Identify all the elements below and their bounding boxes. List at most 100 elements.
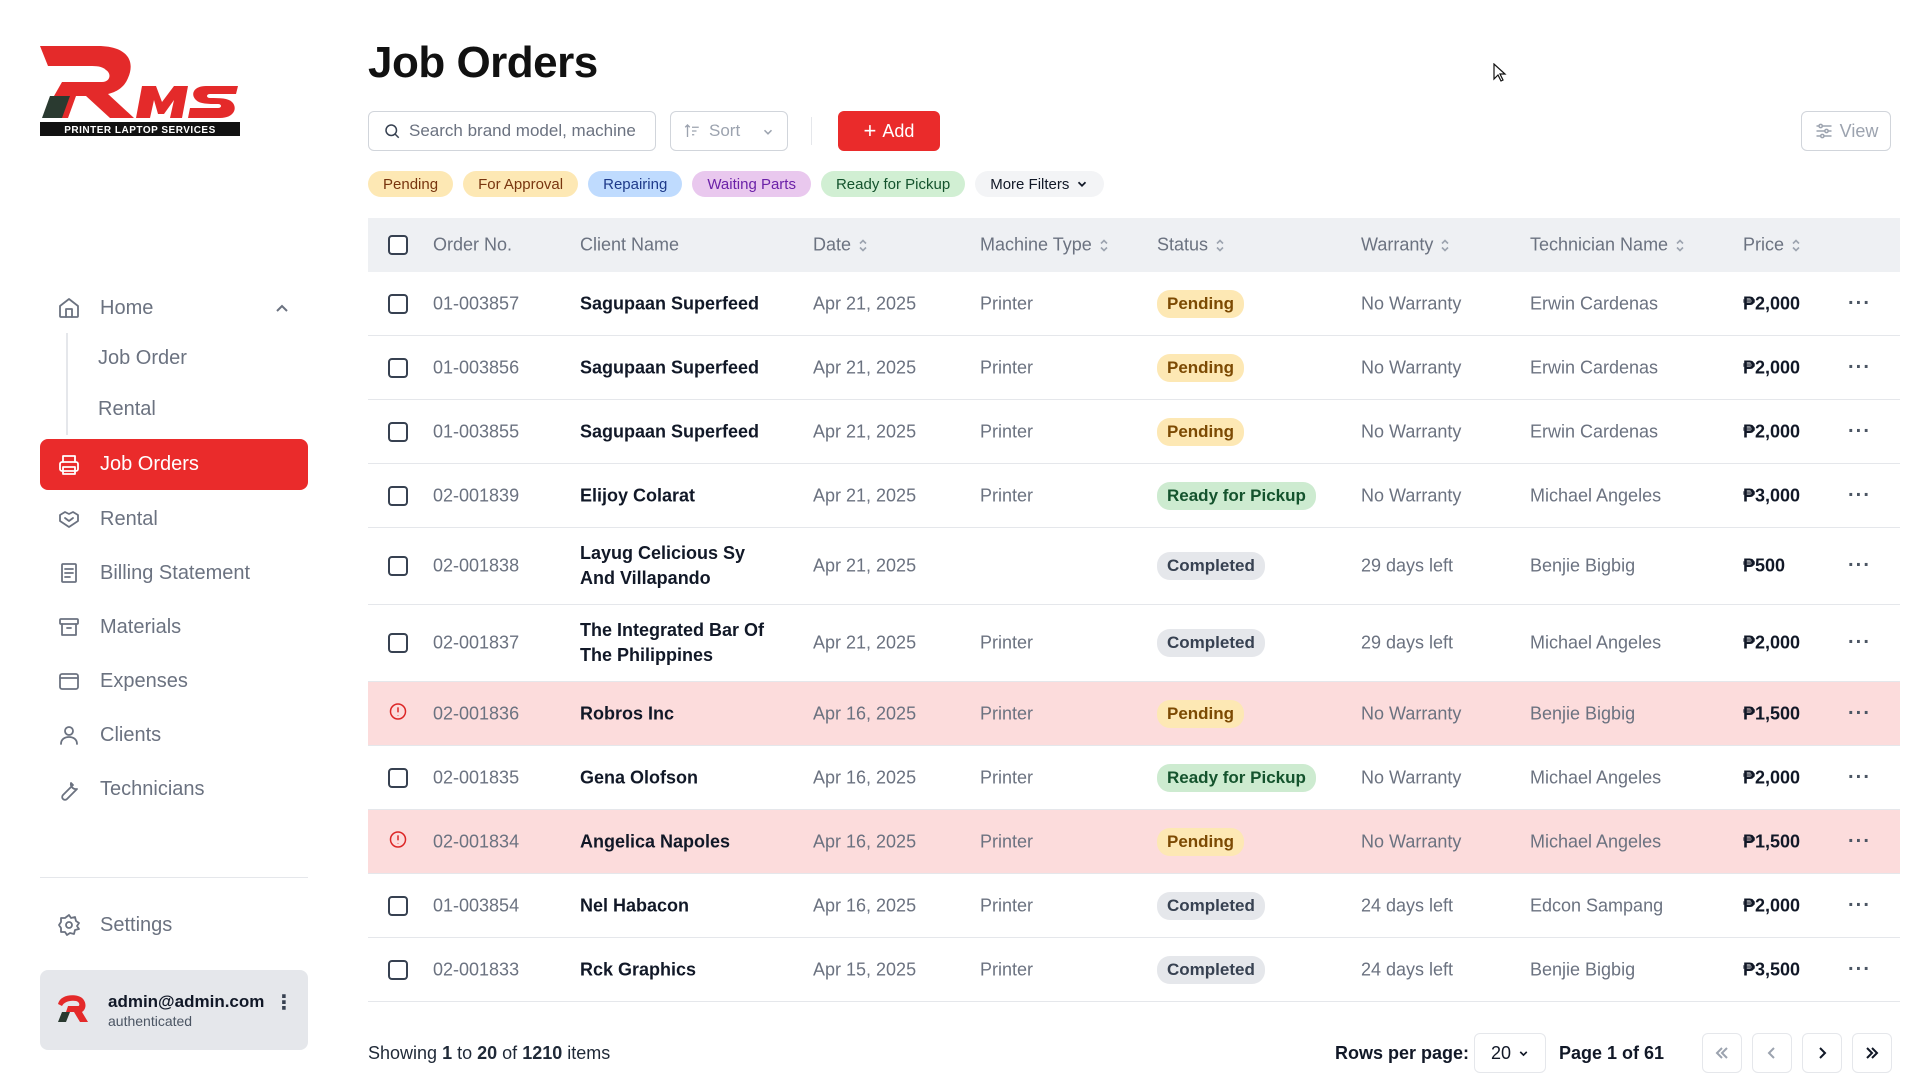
row-checkbox[interactable] — [388, 357, 408, 378]
previous-page-button[interactable] — [1752, 1033, 1792, 1073]
last-page-button[interactable] — [1852, 1033, 1892, 1073]
column-header-status[interactable]: Status — [1157, 235, 1225, 256]
order-number[interactable]: 01-003856 — [433, 357, 519, 378]
more-vertical-icon[interactable]: ⋮ — [274, 990, 294, 1015]
chevrons-right-icon — [1866, 1047, 1879, 1059]
company-logo[interactable]: PRINTER LAPTOP SERVICES — [40, 38, 240, 138]
row-actions-icon[interactable]: ··· — [1848, 958, 1871, 981]
sidebar-item-settings[interactable]: Settings — [40, 900, 308, 950]
client-name[interactable]: Nel Habacon — [580, 893, 780, 918]
client-name[interactable]: Sagupaan Superfeed — [580, 291, 780, 316]
row-checkbox[interactable] — [388, 633, 408, 653]
row-checkbox[interactable] — [388, 959, 408, 980]
column-header-warranty[interactable]: Warranty — [1361, 235, 1450, 256]
search-input[interactable] — [409, 121, 644, 141]
sidebar-item-materials[interactable]: Materials — [40, 602, 308, 652]
order-number[interactable]: 01-003854 — [433, 895, 519, 916]
column-header-price[interactable]: Price — [1743, 235, 1801, 256]
table-row[interactable]: 02-001838 Layug Celicious Sy And Villapan… — [368, 528, 1900, 605]
order-number[interactable]: 02-001836 — [433, 703, 519, 724]
order-number[interactable]: 02-001833 — [433, 959, 519, 980]
sidebar-item-expenses[interactable]: Expenses — [40, 656, 308, 706]
more-filters-label: More Filters — [990, 175, 1070, 193]
sidebar-subitem-job-order[interactable]: Job Order — [98, 333, 308, 384]
sidebar-item-rental[interactable]: Rental — [40, 494, 308, 544]
chevron-up-icon[interactable] — [274, 300, 290, 323]
row-actions-icon[interactable]: ··· — [1848, 484, 1871, 507]
row-checkbox[interactable] — [388, 485, 408, 506]
table-row[interactable]: 01-003856 Sagupaan Superfeed Apr 21, 2025 P… — [368, 336, 1900, 400]
row-checkbox[interactable] — [388, 293, 408, 314]
row-checkbox[interactable] — [388, 421, 408, 442]
column-header-order-no[interactable]: Order No. — [433, 235, 512, 256]
search-box[interactable] — [368, 111, 656, 151]
filter-chip-waiting-parts[interactable]: Waiting Parts — [692, 171, 811, 197]
status-cell: Completed — [1157, 891, 1265, 920]
row-actions-icon[interactable]: ··· — [1848, 632, 1871, 655]
order-number[interactable]: 02-001839 — [433, 485, 519, 506]
table-row[interactable]: 01-003854 Nel Habacon Apr 16, 2025 Printer C… — [368, 874, 1900, 938]
row-actions-icon[interactable]: ··· — [1848, 830, 1871, 853]
row-actions-icon[interactable]: ··· — [1848, 292, 1871, 315]
sidebar-item-technicians[interactable]: Technicians — [40, 764, 308, 814]
sidebar-item-job-orders[interactable]: Job Orders — [40, 439, 308, 490]
order-number[interactable]: 01-003855 — [433, 421, 519, 442]
column-header-technician-name[interactable]: Technician Name — [1530, 235, 1685, 256]
rows-per-page-select[interactable]: 20 — [1474, 1033, 1546, 1073]
order-number[interactable]: 02-001835 — [433, 767, 519, 788]
filter-chip-repairing[interactable]: Repairing — [588, 171, 683, 197]
sort-arrows-icon — [1099, 238, 1109, 252]
filter-chip-for-approval[interactable]: For Approval — [463, 171, 579, 197]
column-header-date[interactable]: Date — [813, 235, 868, 256]
user-profile-card[interactable]: admin@admin.com authenticated ⋮ — [40, 970, 308, 1050]
order-number[interactable]: 02-001834 — [433, 831, 519, 852]
search-icon — [385, 124, 400, 139]
order-number[interactable]: 02-001838 — [433, 556, 519, 577]
select-all-checkbox[interactable] — [388, 235, 408, 255]
row-actions-icon[interactable]: ··· — [1848, 766, 1871, 789]
client-name[interactable]: The Integrated Bar Of The Philippines — [580, 618, 780, 668]
more-filters-button[interactable]: More Filters — [975, 171, 1105, 197]
sidebar-item-clients[interactable]: Clients — [40, 710, 308, 760]
client-name[interactable]: Layug Celicious Sy And Villapando — [580, 541, 780, 591]
view-options-button[interactable]: View — [1801, 111, 1891, 151]
row-checkbox[interactable] — [388, 556, 408, 576]
row-actions-icon[interactable]: ··· — [1848, 555, 1871, 578]
client-name[interactable]: Gena Olofson — [580, 765, 780, 790]
next-page-button[interactable] — [1802, 1033, 1842, 1073]
column-header-client-name[interactable]: Client Name — [580, 233, 780, 258]
table-row[interactable]: 02-001837 The Integrated Bar Of The Phili… — [368, 605, 1900, 682]
row-checkbox[interactable] — [388, 767, 408, 788]
sort-button[interactable]: Sort — [670, 111, 788, 151]
client-name[interactable]: Rck Graphics — [580, 957, 780, 982]
client-name[interactable]: Angelica Napoles — [580, 829, 780, 854]
table-row[interactable]: 02-001836 Robros Inc Apr 16, 2025 Printer Pe… — [368, 682, 1900, 746]
table-row[interactable]: 02-001833 Rck Graphics Apr 15, 2025 Printer… — [368, 938, 1900, 1002]
sidebar: PRINTER LAPTOP SERVICES Home Job Order R… — [0, 0, 345, 1080]
first-page-button[interactable] — [1702, 1033, 1742, 1073]
client-name[interactable]: Robros Inc — [580, 701, 780, 726]
sidebar-item-home[interactable]: Home — [40, 283, 308, 333]
row-actions-icon[interactable]: ··· — [1848, 702, 1871, 725]
table-row[interactable]: 02-001834 Angelica Napoles Apr 16, 2025 Pri… — [368, 810, 1900, 874]
order-number[interactable]: 02-001837 — [433, 633, 519, 654]
row-actions-icon[interactable]: ··· — [1848, 356, 1871, 379]
client-name[interactable]: Sagupaan Superfeed — [580, 419, 780, 444]
client-name[interactable]: Elijoy Colarat — [580, 483, 780, 508]
column-header-machine-type[interactable]: Machine Type — [980, 235, 1109, 256]
table-row[interactable]: 01-003857 Sagupaan Superfeed Apr 21, 2025 P… — [368, 272, 1900, 336]
row-checkbox[interactable] — [388, 895, 408, 916]
row-actions-icon[interactable]: ··· — [1848, 420, 1871, 443]
order-number[interactable]: 01-003857 — [433, 293, 519, 314]
filter-chip-pending[interactable]: Pending — [368, 171, 454, 197]
client-name[interactable]: Sagupaan Superfeed — [580, 355, 780, 380]
table-row[interactable]: 02-001835 Gena Olofson Apr 16, 2025 Printer… — [368, 746, 1900, 810]
status-badge: Pending — [1157, 353, 1245, 382]
table-row[interactable]: 01-003855 Sagupaan Superfeed Apr 21, 2025 P… — [368, 400, 1900, 464]
row-actions-icon[interactable]: ··· — [1848, 894, 1871, 917]
table-row[interactable]: 02-001839 Elijoy Colarat Apr 21, 2025 Print… — [368, 464, 1900, 528]
filter-chip-ready-for-pickup[interactable]: Ready for Pickup — [820, 171, 966, 197]
sidebar-item-billing-statement[interactable]: Billing Statement — [40, 548, 308, 598]
add-button[interactable]: + Add — [838, 111, 940, 151]
sidebar-subitem-rental[interactable]: Rental — [98, 384, 308, 435]
